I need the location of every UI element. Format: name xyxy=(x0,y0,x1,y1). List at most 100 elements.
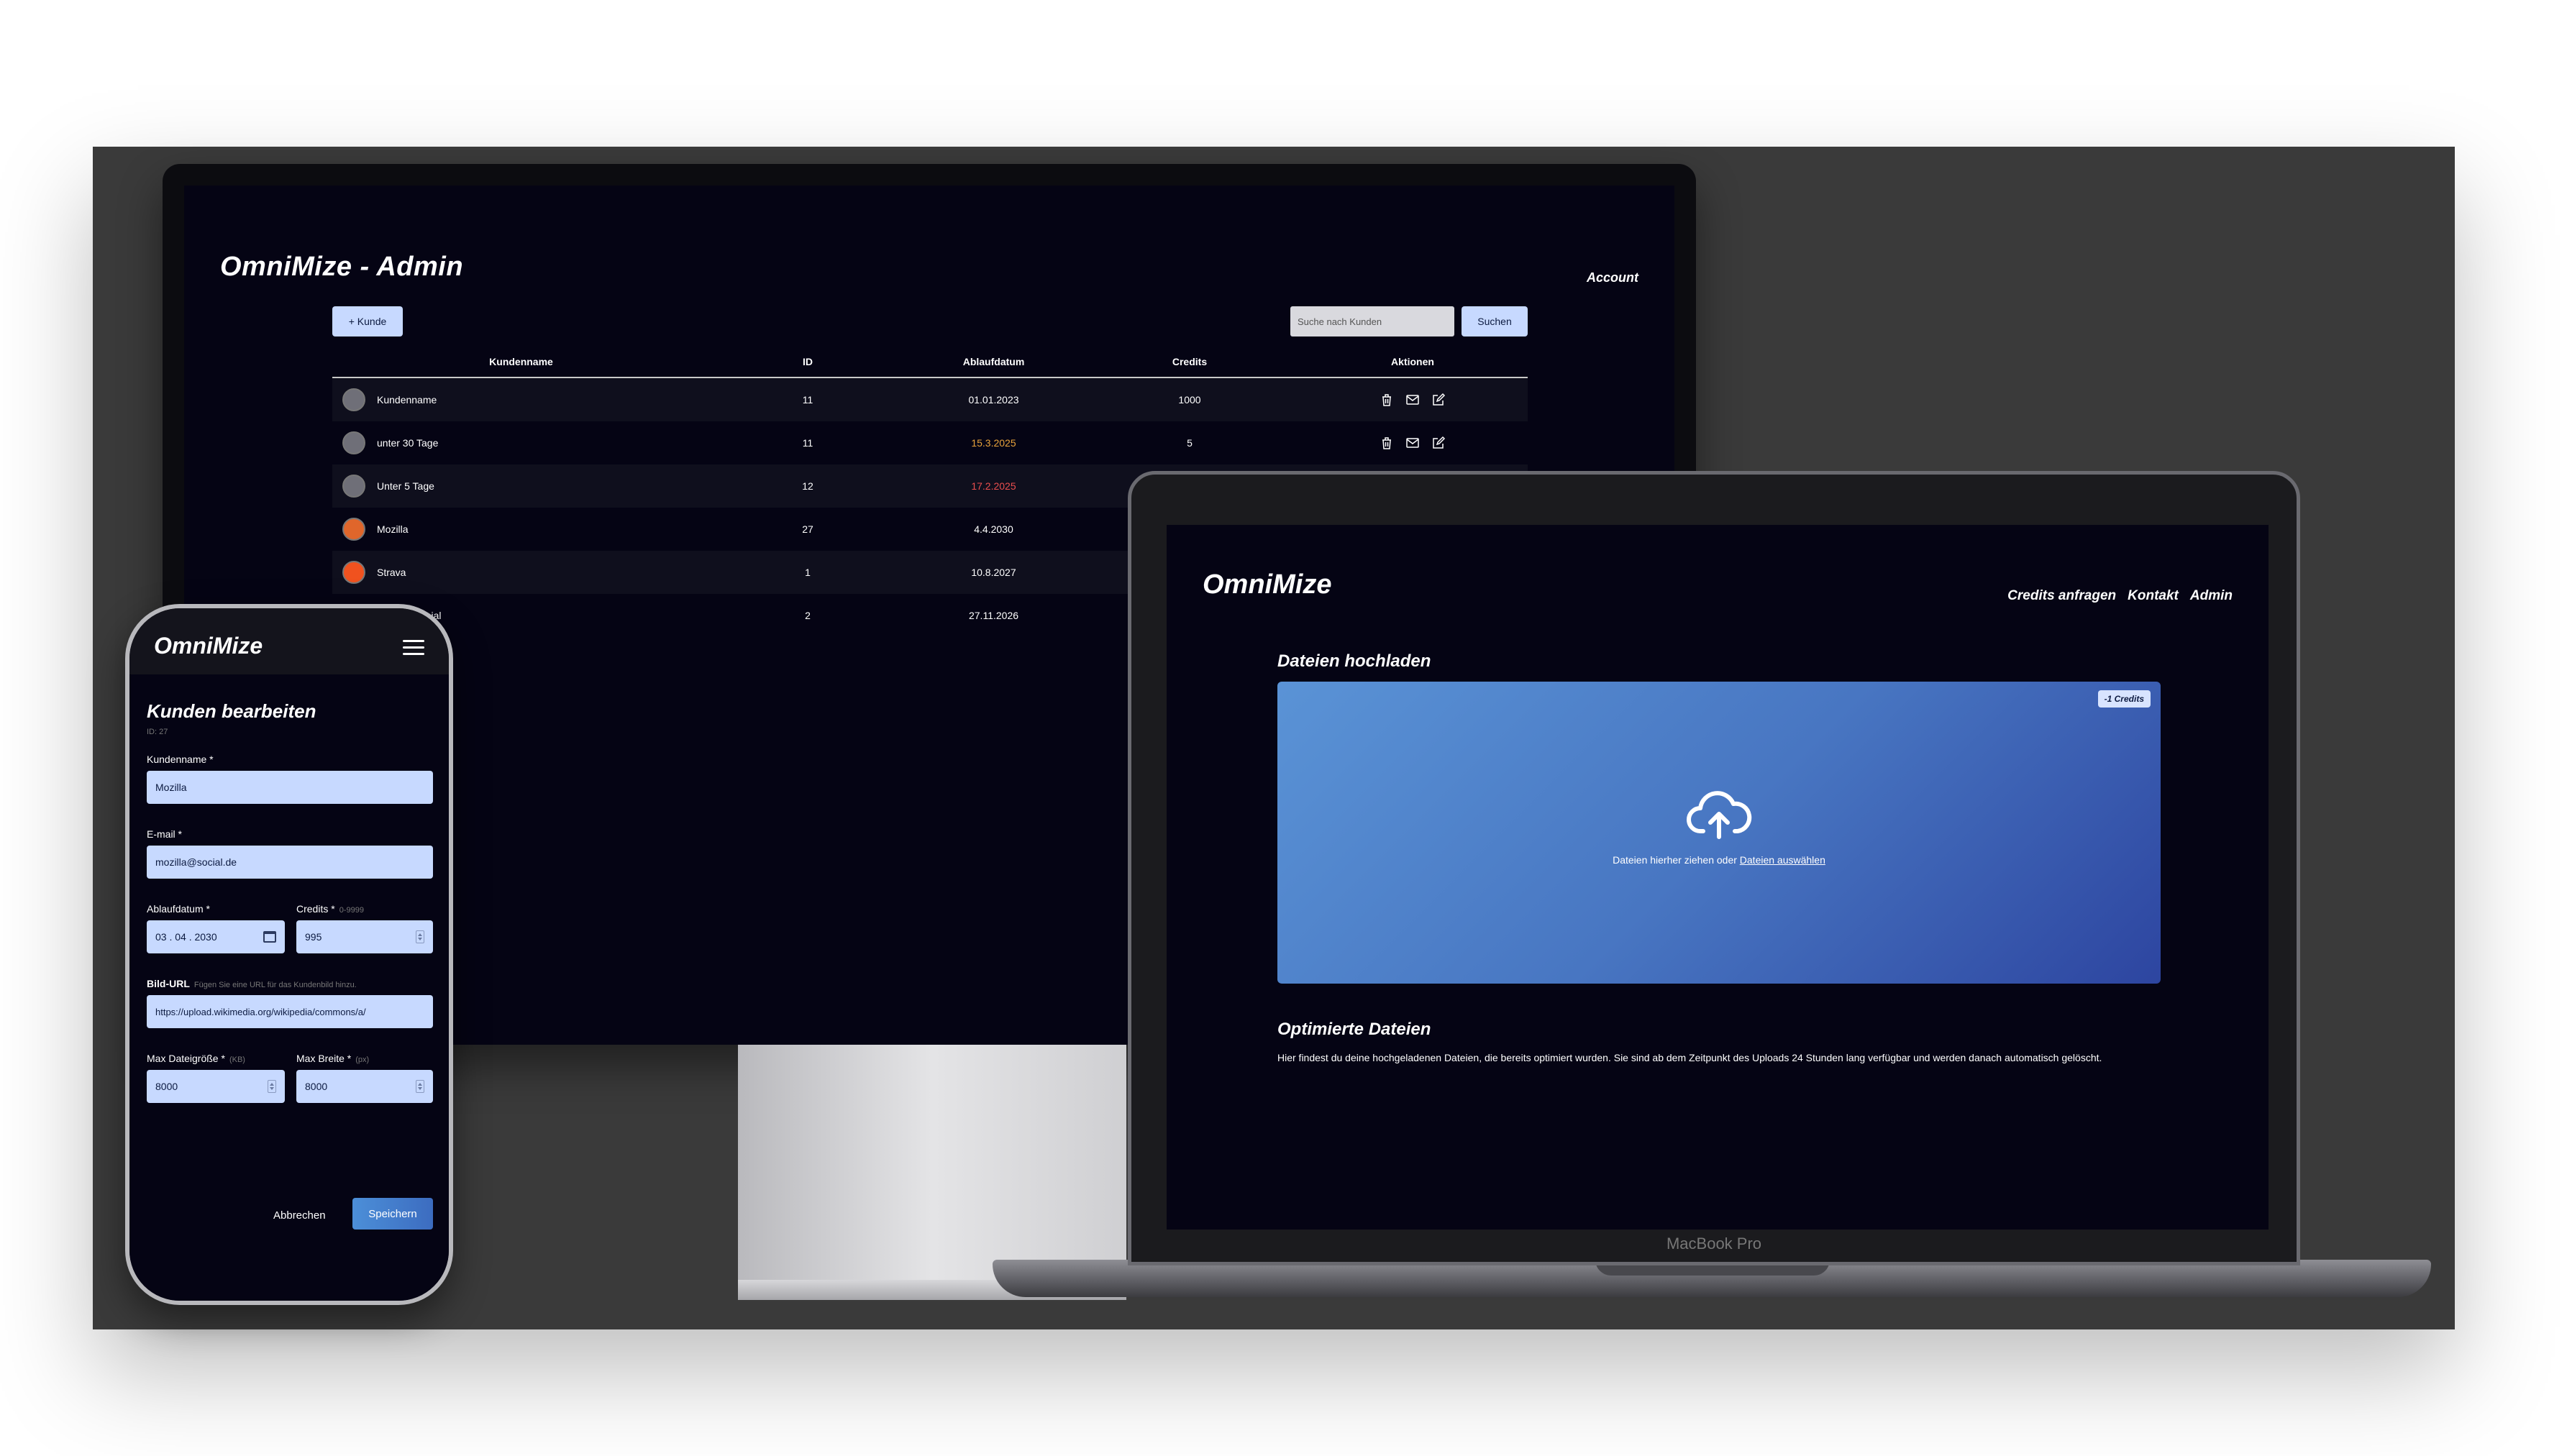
table-row[interactable]: unter 30 Tage 11 15.3.2025 5 xyxy=(332,421,1528,464)
dropzone-instruction: Dateien hierher ziehen oder xyxy=(1613,854,1737,866)
cell-name: Unter 5 Tage xyxy=(377,480,434,492)
cell-expiry-date: 10.8.2027 xyxy=(971,567,1016,578)
cell-id: 11 xyxy=(802,437,813,449)
hamburger-menu-icon[interactable] xyxy=(403,640,424,656)
credits-value: 995 xyxy=(305,931,322,943)
cell-customer: Mozilla xyxy=(332,518,710,541)
trash-icon[interactable] xyxy=(1380,436,1394,450)
max-width-input[interactable]: 8000 xyxy=(296,1070,433,1103)
edit-icon[interactable] xyxy=(1431,393,1446,407)
cell-actions xyxy=(1298,393,1528,407)
credits-label-text: Credits * xyxy=(296,903,335,915)
credits-label: Credits * 0-9999 xyxy=(296,903,364,915)
admin-title: OmniMize - Admin xyxy=(220,252,464,282)
customer-id-text: ID: 27 xyxy=(147,728,168,736)
search-button[interactable]: Suchen xyxy=(1462,306,1528,336)
cell-expiry-date: 17.2.2025 xyxy=(971,480,1016,492)
nav-credits-request[interactable]: Credits anfragen xyxy=(2007,588,2116,604)
avatar xyxy=(342,388,365,411)
cell-customer: Strava xyxy=(332,561,710,584)
nav-contact[interactable]: Kontakt xyxy=(2128,588,2179,604)
name-label: Kundenname * xyxy=(147,754,214,765)
image-url-value: https://upload.wikimedia.org/wikipedia/c… xyxy=(155,1006,366,1017)
add-customer-button[interactable]: + Kunde xyxy=(332,306,403,336)
cell-id: 1 xyxy=(805,567,811,578)
cell-customer: Kundenname xyxy=(332,388,710,411)
max-filesize-stepper[interactable] xyxy=(268,1080,276,1093)
dropzone-text: Dateien hierher ziehen oder Dateien ausw… xyxy=(1277,854,2161,866)
save-button[interactable]: Speichern xyxy=(352,1198,433,1230)
max-width-stepper[interactable] xyxy=(416,1080,424,1093)
cell-name: Kundenname xyxy=(377,394,437,406)
mail-icon[interactable] xyxy=(1405,393,1420,407)
avatar xyxy=(342,561,365,584)
account-link[interactable]: Account xyxy=(1587,270,1638,285)
table-header: Kundenname ID Ablaufdatum Credits Aktion… xyxy=(332,347,1528,378)
nav-admin[interactable]: Admin xyxy=(2190,588,2233,604)
cell-name: Mozilla xyxy=(377,523,409,535)
max-filesize-value: 8000 xyxy=(155,1081,178,1092)
cancel-button[interactable]: Abbrechen xyxy=(273,1209,326,1222)
column-header-id[interactable]: ID xyxy=(710,356,906,367)
laptop-nav: Credits anfragen Kontakt Admin xyxy=(2007,588,2233,604)
credit-cost-badge: -1 Credits xyxy=(2097,690,2151,708)
max-filesize-hint: (KB) xyxy=(229,1056,245,1064)
cell-id: 2 xyxy=(805,610,811,621)
form-heading: Kunden bearbeiten xyxy=(147,700,316,722)
cell-customer: unter 30 Tage xyxy=(332,431,710,454)
max-filesize-input[interactable]: 8000 xyxy=(147,1070,285,1103)
laptop: OmniMize Credits anfragen Kontakt Admin … xyxy=(1128,471,2300,1265)
calendar-icon[interactable] xyxy=(263,931,276,943)
credits-input[interactable]: 995 xyxy=(296,920,433,953)
trash-icon[interactable] xyxy=(1380,393,1394,407)
mobile-phone: OmniMize Kunden bearbeiten ID: 27 Kunden… xyxy=(125,604,453,1305)
customer-name-value: Mozilla xyxy=(155,782,187,793)
mobile-header: OmniMize xyxy=(129,608,449,674)
image-url-input[interactable]: https://upload.wikimedia.org/wikipedia/c… xyxy=(147,995,433,1028)
column-header-name[interactable]: Kundenname xyxy=(332,356,710,367)
column-header-credits[interactable]: Credits xyxy=(1082,356,1298,367)
expiry-date-label: Ablaufdatum * xyxy=(147,903,210,915)
select-files-link[interactable]: Dateien auswählen xyxy=(1740,854,1825,866)
image-url-hint: Fügen Sie eine URL für das Kundenbild hi… xyxy=(193,981,357,989)
upload-screen: OmniMize Credits anfragen Kontakt Admin … xyxy=(1167,525,2269,1230)
cell-expiry-date: 01.01.2023 xyxy=(968,394,1019,406)
credits-stepper[interactable] xyxy=(416,930,424,943)
cell-name: Strava xyxy=(377,567,406,578)
optimized-files-title: Optimierte Dateien xyxy=(1277,1020,1431,1039)
email-label: E-mail * xyxy=(147,828,183,840)
email-input[interactable]: mozilla@social.de xyxy=(147,846,433,879)
cell-name: unter 30 Tage xyxy=(377,437,439,449)
max-width-label: Max Breite * (px) xyxy=(296,1053,369,1064)
avatar xyxy=(342,475,365,498)
column-header-date[interactable]: Ablaufdatum xyxy=(906,356,1082,367)
customer-name-input[interactable]: Mozilla xyxy=(147,771,433,804)
expiry-date-value: 03 . 04 . 2030 xyxy=(155,931,217,943)
max-filesize-label: Max Dateigröße * (KB) xyxy=(147,1053,245,1064)
edit-icon[interactable] xyxy=(1431,436,1446,450)
expiry-date-input[interactable]: 03 . 04 . 2030 xyxy=(147,920,285,953)
customer-search-input[interactable]: Suche nach Kunden xyxy=(1290,306,1454,336)
cell-credits: 1000 xyxy=(1178,394,1201,406)
column-header-actions: Aktionen xyxy=(1391,356,1434,367)
cell-credits: 5 xyxy=(1187,437,1193,449)
cell-expiry-date: 15.3.2025 xyxy=(971,437,1016,449)
edit-customer-form: Kunden bearbeiten ID: 27 Kundenname * Mo… xyxy=(129,674,449,1301)
mobile-logo[interactable]: OmniMize xyxy=(154,633,263,659)
cell-customer: Unter 5 Tage xyxy=(332,475,710,498)
table-row[interactable]: Kundenname 11 01.01.2023 1000 xyxy=(332,378,1528,421)
cell-expiry-date: 27.11.2026 xyxy=(968,610,1019,621)
mail-icon[interactable] xyxy=(1405,436,1420,450)
max-width-value: 8000 xyxy=(305,1081,328,1092)
credits-hint: 0-9999 xyxy=(339,906,364,915)
file-dropzone[interactable]: -1 Credits Dateien hierher ziehen oder D… xyxy=(1277,682,2161,984)
cell-actions xyxy=(1298,436,1528,450)
macbook-label: MacBook Pro xyxy=(1666,1235,1762,1253)
cell-id: 11 xyxy=(802,394,813,406)
image-url-label: Bild-URL Fügen Sie eine URL für das Kunde… xyxy=(147,978,357,989)
max-filesize-label-text: Max Dateigröße * xyxy=(147,1053,225,1064)
laptop-logo[interactable]: OmniMize xyxy=(1203,569,1331,600)
cell-id: 27 xyxy=(802,523,813,535)
image-url-label-text: Bild-URL xyxy=(147,978,190,989)
max-width-hint: (px) xyxy=(355,1056,370,1064)
